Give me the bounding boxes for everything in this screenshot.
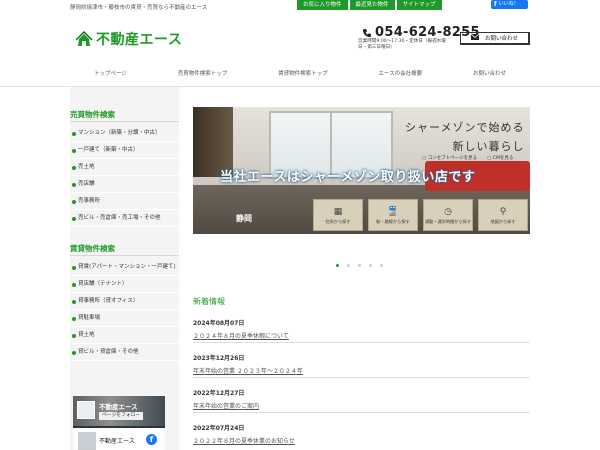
hero-banner-text: 当社エースはシャーメゾン取り扱い店です (220, 170, 476, 185)
news-item: 2022年12月27日 年末年始の営業のご案内 (193, 388, 530, 413)
map-pin-icon: ⚲ (499, 206, 507, 217)
nav-company[interactable]: エースの会社概要 (354, 67, 446, 81)
sidebar-item-mansion[interactable]: マンション（新築・分譲・中古） (70, 125, 179, 142)
news-title-link[interactable]: ２０２４年８月の夏季休暇について (193, 331, 530, 340)
news-item: 2022年07月24日 ２０２２年８月の夏季休業のお知らせ (193, 423, 530, 445)
bullet-icon (72, 217, 76, 221)
news-divider (193, 377, 530, 378)
bullet-icon (72, 266, 76, 270)
site-tagline: 静岡県焼津市・藤枝市の賃貸・売買なら不動産のエース (70, 5, 208, 11)
facebook-follow-button[interactable]: ページをフォロー (99, 412, 144, 420)
contact-button[interactable]: お問い合わせ (460, 32, 530, 45)
bullet-icon (72, 149, 76, 153)
sidebar-item-parking[interactable]: 貸駐車場 (70, 310, 179, 327)
contact-label: お問い合わせ (484, 36, 518, 42)
sidebar-item-rent-building[interactable]: 貸ビル・貸倉庫・その他 (70, 344, 179, 361)
hero-city: 静岡 (236, 214, 252, 223)
global-nav: トップページ 売買物件検索トップ 賃貸物件検索トップ エースの会社概要 お問い合… (70, 67, 530, 81)
building-icon: ▦ (333, 206, 343, 217)
sale-search-list: マンション（新築・分譲・中古） 一戸建て（新築・中古） 売土地 売店舗 売事務所… (70, 125, 179, 227)
facebook-page-name: 不動産エース (99, 403, 138, 411)
top-links: お気に入り物件 最近見た物件 サイトマップ (297, 0, 442, 10)
recently-viewed-link[interactable]: 最近見た物件 (349, 0, 395, 10)
slider-dot[interactable] (380, 264, 383, 267)
facebook-like-button[interactable]: f いいね！ (491, 0, 528, 9)
site-logo[interactable]: 不動産エース (75, 29, 183, 49)
search-by-address-card[interactable]: ▦ 住所から探す (313, 199, 363, 231)
search-by-station-card[interactable]: 🚆 駅・路線から探す (368, 199, 418, 231)
sidebar-item-land[interactable]: 売土地 (70, 159, 179, 176)
mail-icon (470, 33, 480, 42)
news-date: 2023年12月26日 (193, 355, 245, 362)
slider-dot[interactable] (336, 264, 339, 267)
rent-search-heading: 賃貸物件検索 (70, 244, 115, 253)
hero-banner[interactable]: シャーメゾンで始める 新しい暮らし ▢ コンセプトページを見る ▢ CMを見る … (193, 107, 530, 234)
news-divider (193, 412, 530, 413)
clock-icon: ◷ (444, 206, 452, 217)
news-date: 2022年12月27日 (193, 390, 245, 397)
hero-links: ▢ コンセプトページを見る ▢ CMを見る (422, 155, 513, 161)
facebook-icon: f (146, 434, 157, 445)
sidebar-divider (70, 121, 179, 122)
news-item: 2024年08月07日 ２０２４年８月の夏季休暇について (193, 318, 530, 343)
news-title-link[interactable]: 年末年始の営業 ２０２３年～２０２４年 (193, 366, 530, 375)
bullet-icon (72, 300, 76, 304)
facebook-icon: f (494, 1, 497, 8)
sidebar-item-apartment[interactable]: 貸賃(アパート・マンション・一戸建て) (70, 259, 179, 276)
nav-rent-search[interactable]: 賃貸物件検索トップ (254, 67, 352, 81)
sale-search-heading: 売買物件検索 (70, 110, 115, 119)
slider-dot[interactable] (369, 264, 372, 267)
facebook-post-preview: 不動産エース f (73, 428, 165, 450)
cm-link[interactable]: ▢ CMを見る (487, 155, 513, 161)
nav-contact[interactable]: お問い合わせ (449, 67, 530, 81)
slider-dots (336, 264, 383, 267)
sidebar-item-office[interactable]: 売事務所 (70, 193, 179, 210)
sidebar-item-building[interactable]: 売ビル・売倉庫・売工場・その他 (70, 210, 179, 227)
like-label: いいね！ (498, 1, 519, 7)
news-title-link[interactable]: 年末年始の営業のご案内 (193, 401, 530, 410)
sidebar-item-tenant[interactable]: 貸店舗（テナント） (70, 276, 179, 293)
nav-sale-search[interactable]: 売買物件検索トップ (154, 67, 252, 81)
bullet-icon (72, 317, 76, 321)
search-by-commute-card[interactable]: ◷ 通勤・通学時間から探す (423, 199, 473, 231)
sidebar-item-house[interactable]: 一戸建て（新築・中古） (70, 142, 179, 159)
bullet-icon (72, 166, 76, 170)
hero-headline-line1: シャーメゾンで始める (405, 121, 525, 134)
news-date: 2024年08月07日 (193, 320, 245, 327)
sidebar-divider (70, 255, 179, 256)
news-date: 2022年07月24日 (193, 425, 245, 432)
bullet-icon (72, 183, 76, 187)
rent-search-list: 貸賃(アパート・マンション・一戸建て) 貸店舗（テナント） 貸事務所（貸オフィス… (70, 259, 179, 361)
bullet-icon (72, 200, 76, 204)
bullet-icon (72, 351, 76, 355)
bullet-icon (72, 334, 76, 338)
favorites-link[interactable]: お気に入り物件 (297, 0, 348, 10)
hero-search-cards: ▦ 住所から探す 🚆 駅・路線から探す ◷ 通勤・通学時間から探す ⚲ 地図から… (313, 199, 528, 231)
facebook-post-author: 不動産エース (99, 438, 135, 445)
slider-dot[interactable] (358, 264, 361, 267)
facebook-avatar (78, 432, 96, 450)
sidebar-item-rent-land[interactable]: 貸土地 (70, 327, 179, 344)
bullet-icon (72, 283, 76, 287)
logo-text: 不動産エース (96, 32, 183, 48)
sidebar-item-rent-office[interactable]: 貸事務所（貸オフィス） (70, 293, 179, 310)
sitemap-link[interactable]: サイトマップ (396, 0, 442, 10)
nav-top[interactable]: トップページ (70, 67, 151, 81)
sidebar-item-store[interactable]: 売店舗 (70, 176, 179, 193)
business-hours: 営業時間9:00～17:30・定休日（毎週水曜日・第三日曜日） (358, 39, 446, 50)
concept-page-link[interactable]: ▢ コンセプトページを見る (422, 155, 477, 161)
news-item: 2023年12月26日 年末年始の営業 ２０２３年～２０２４年 (193, 353, 530, 378)
facebook-page-widget[interactable]: 不動産エース ページをフォロー 不動産エース f (73, 396, 165, 450)
hero-headline-line2: 新しい暮らし (452, 140, 525, 153)
train-icon: 🚆 (387, 206, 399, 217)
slider-dot[interactable] (347, 264, 350, 267)
hero-headline: シャーメゾンで始める 新しい暮らし (405, 119, 525, 154)
search-by-map-card[interactable]: ⚲ 地図から探す (478, 199, 528, 231)
house-logo-icon (75, 30, 93, 48)
news-title-link[interactable]: ２０２２年８月の夏季休業のお知らせ (193, 436, 530, 445)
news-divider (193, 342, 530, 343)
news-heading: 新着情報 (193, 297, 225, 306)
facebook-page-thumbnail (77, 401, 95, 419)
bullet-icon (72, 132, 76, 136)
